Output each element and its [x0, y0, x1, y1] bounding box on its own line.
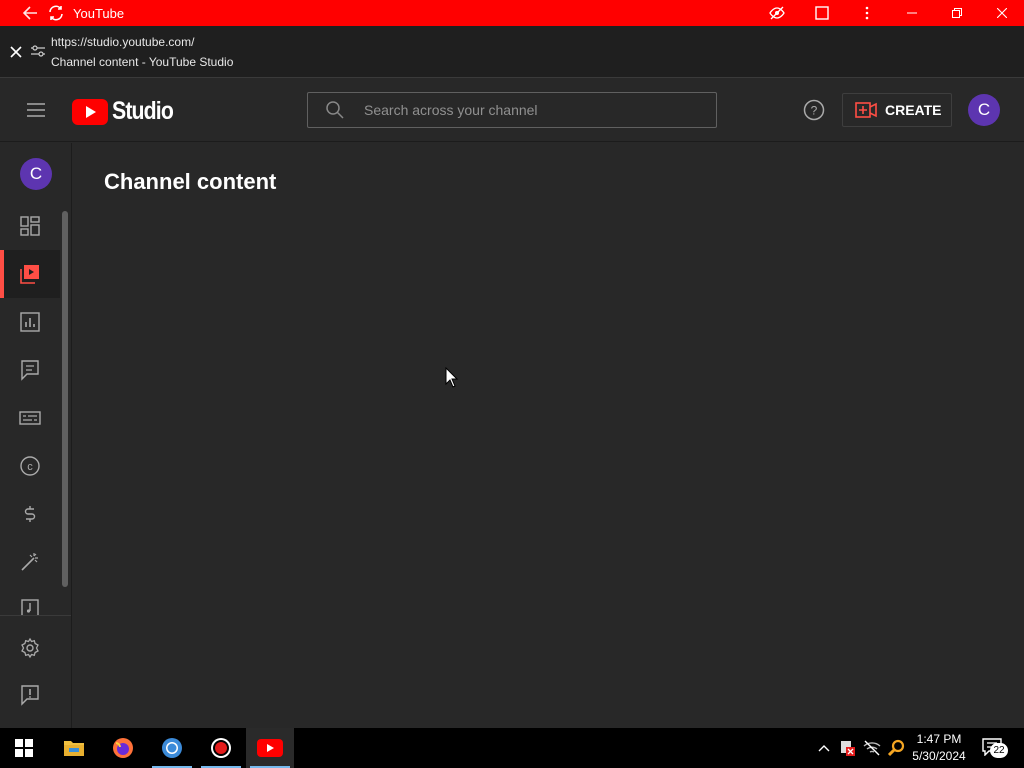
page-title-text: Channel content - YouTube Studio	[51, 55, 234, 69]
sidebar-item-earn[interactable]	[0, 490, 60, 538]
svg-text:?: ?	[811, 104, 818, 118]
search-icon	[326, 101, 344, 119]
copyright-icon: c	[20, 456, 40, 476]
sidebar-scrollbar[interactable]	[62, 211, 68, 587]
hamburger-menu-icon[interactable]	[24, 98, 48, 122]
restore-button[interactable]	[934, 0, 979, 26]
sidebar-item-content[interactable]	[0, 250, 60, 298]
security-shield-icon[interactable]	[838, 738, 858, 758]
close-icon[interactable]	[7, 43, 25, 61]
taskbar-chrome[interactable]	[148, 728, 196, 768]
window-titlebar: YouTube	[0, 0, 1024, 26]
system-clock[interactable]: 1:47 PM 5/30/2024	[905, 731, 973, 765]
close-window-button[interactable]	[979, 0, 1024, 26]
notification-center-button[interactable]: 22	[982, 738, 1008, 758]
feedback-icon	[21, 685, 39, 706]
help-icon[interactable]: ?	[803, 99, 825, 121]
sidebar-divider	[0, 615, 71, 616]
sidebar-item-dashboard[interactable]	[0, 202, 60, 250]
search-input[interactable]	[364, 102, 704, 118]
sidebar-item-audio-library[interactable]	[0, 586, 60, 616]
sidebar-item-copyright[interactable]: c	[0, 442, 60, 490]
url-text[interactable]: https://studio.youtube.com/	[51, 35, 194, 49]
create-label: CREATE	[885, 102, 942, 118]
youtube-icon	[257, 739, 283, 757]
taskbar-youtube[interactable]	[246, 728, 294, 768]
hide-icon[interactable]	[754, 0, 799, 26]
refresh-icon[interactable]	[43, 0, 69, 26]
chevron-up-icon[interactable]	[814, 738, 834, 758]
music-icon	[21, 599, 39, 616]
windows-logo-icon	[15, 739, 33, 757]
sidebar-item-customization[interactable]	[0, 538, 60, 586]
svg-text:c: c	[27, 461, 33, 473]
recorder-icon	[211, 738, 231, 758]
gear-icon	[21, 637, 39, 659]
search-box[interactable]	[307, 92, 717, 128]
magic-wand-icon	[21, 553, 38, 571]
notification-count-badge: 22	[990, 743, 1008, 758]
taskbar-firefox[interactable]	[99, 728, 147, 768]
studio-logo[interactable]: Studio	[72, 97, 184, 126]
studio-header: Studio ? CREATE C	[0, 78, 1024, 142]
main-content: Channel content	[72, 143, 1024, 728]
network-disconnected-icon[interactable]	[862, 738, 882, 758]
minimize-button[interactable]	[889, 0, 934, 26]
more-menu-icon[interactable]	[844, 0, 889, 26]
taskbar-recorder[interactable]	[197, 728, 245, 768]
account-avatar[interactable]: C	[968, 94, 1000, 126]
window-title: YouTube	[73, 5, 125, 21]
site-settings-icon[interactable]	[30, 43, 46, 59]
firefox-icon	[113, 738, 133, 758]
create-button[interactable]: CREATE	[842, 93, 952, 127]
chrome-icon	[162, 738, 182, 758]
search-tool-icon[interactable]	[886, 738, 906, 758]
subtitles-icon	[19, 411, 41, 425]
clock-time: 1:47 PM	[916, 732, 962, 746]
sidebar-item-send-feedback[interactable]	[0, 671, 60, 719]
analytics-icon	[20, 312, 40, 332]
taskbar-file-explorer[interactable]	[50, 728, 98, 768]
clock-date: 5/30/2024	[912, 749, 966, 763]
back-arrow-icon[interactable]	[17, 0, 43, 26]
dashboard-icon	[20, 216, 40, 236]
sidebar-item-settings[interactable]	[0, 624, 60, 672]
start-button[interactable]	[0, 728, 48, 768]
sidebar-item-comments[interactable]	[0, 346, 60, 394]
url-bar: https://studio.youtube.com/ Channel cont…	[0, 26, 1024, 78]
youtube-logo-icon	[72, 98, 108, 125]
left-sidebar: C c	[0, 143, 72, 728]
file-explorer-icon	[64, 741, 84, 756]
windows-taskbar: 1:47 PM 5/30/2024 22	[0, 728, 1024, 768]
mouse-cursor-icon	[445, 367, 459, 388]
comments-icon	[21, 360, 39, 381]
extensions-icon[interactable]	[799, 0, 844, 26]
logo-text: Studio	[112, 97, 174, 125]
dollar-icon	[24, 506, 36, 522]
channel-avatar[interactable]: C	[20, 158, 52, 190]
sidebar-item-analytics[interactable]	[0, 298, 60, 346]
content-icon	[20, 265, 39, 284]
sidebar-item-subtitles[interactable]	[0, 394, 60, 442]
page-heading: Channel content	[104, 169, 277, 194]
create-video-icon	[855, 102, 877, 118]
